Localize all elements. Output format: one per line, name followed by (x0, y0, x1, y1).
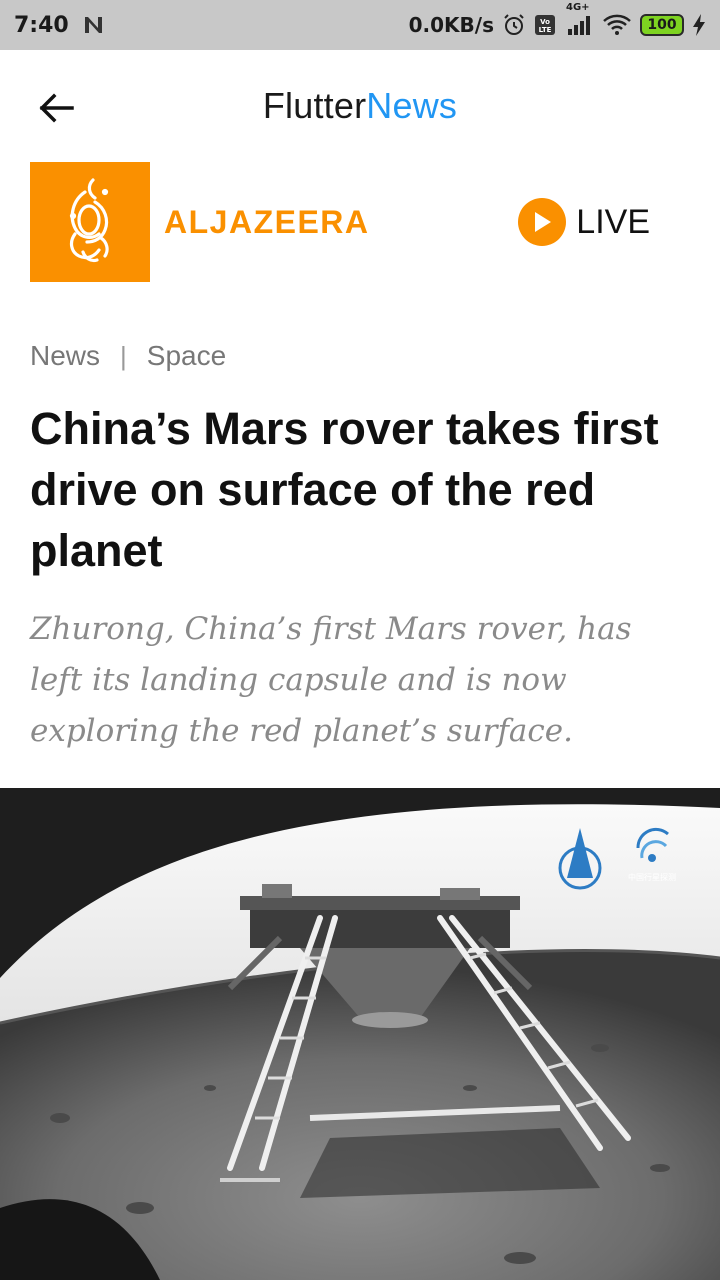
signal-icon: 4G+ (564, 2, 594, 36)
arrow-back-icon (39, 93, 74, 123)
svg-text:LTE: LTE (539, 26, 552, 34)
battery-level: 100 (647, 17, 677, 33)
article-headline: China’s Mars rover takes first drive on … (30, 403, 659, 576)
breadcrumb-section[interactable]: News (30, 340, 100, 372)
mars-rover-photo: 中国行星探测 (0, 788, 720, 1280)
play-icon (518, 198, 567, 246)
aljazeera-calligraphy-icon (69, 178, 109, 263)
svg-text:Vo: Vo (540, 18, 550, 26)
battery-indicator: 100 (640, 14, 684, 36)
article-hero-image[interactable]: 中国行星探测 (0, 788, 720, 1280)
breadcrumb-separator: | (120, 340, 127, 371)
network-type: 4G+ (566, 2, 590, 13)
n-notification-icon (83, 15, 105, 35)
app-title: FlutterNews (0, 85, 720, 127)
status-time: 7:40 (14, 12, 69, 38)
alarm-icon (502, 13, 526, 37)
breadcrumb: News | Space (30, 340, 226, 372)
net-speed: 0.0KB/s (408, 13, 494, 37)
app-title-part1: Flutter (262, 85, 367, 126)
back-button[interactable] (30, 88, 82, 128)
aljazeera-logo[interactable] (30, 162, 150, 282)
live-button[interactable]: LIVE (518, 198, 690, 246)
charging-icon (692, 14, 706, 36)
source-name: ALJAZEERA (164, 203, 370, 240)
app-title-part2: News (366, 85, 458, 126)
breadcrumb-category[interactable]: Space (147, 340, 226, 372)
article-summary: Zhurong, China’s first Mars rover, has l… (30, 611, 632, 749)
volte-icon: Vo LTE (534, 14, 556, 36)
app-bar: FlutterNews (0, 50, 720, 162)
live-label: LIVE (576, 202, 650, 241)
status-bar: 7:40 0.0KB/s Vo LTE 4G+ 100 (0, 0, 720, 50)
wifi-icon (602, 13, 632, 37)
watermark-text: 中国行星探测 (628, 872, 676, 882)
source-row: ALJAZEERA LIVE (30, 162, 690, 282)
